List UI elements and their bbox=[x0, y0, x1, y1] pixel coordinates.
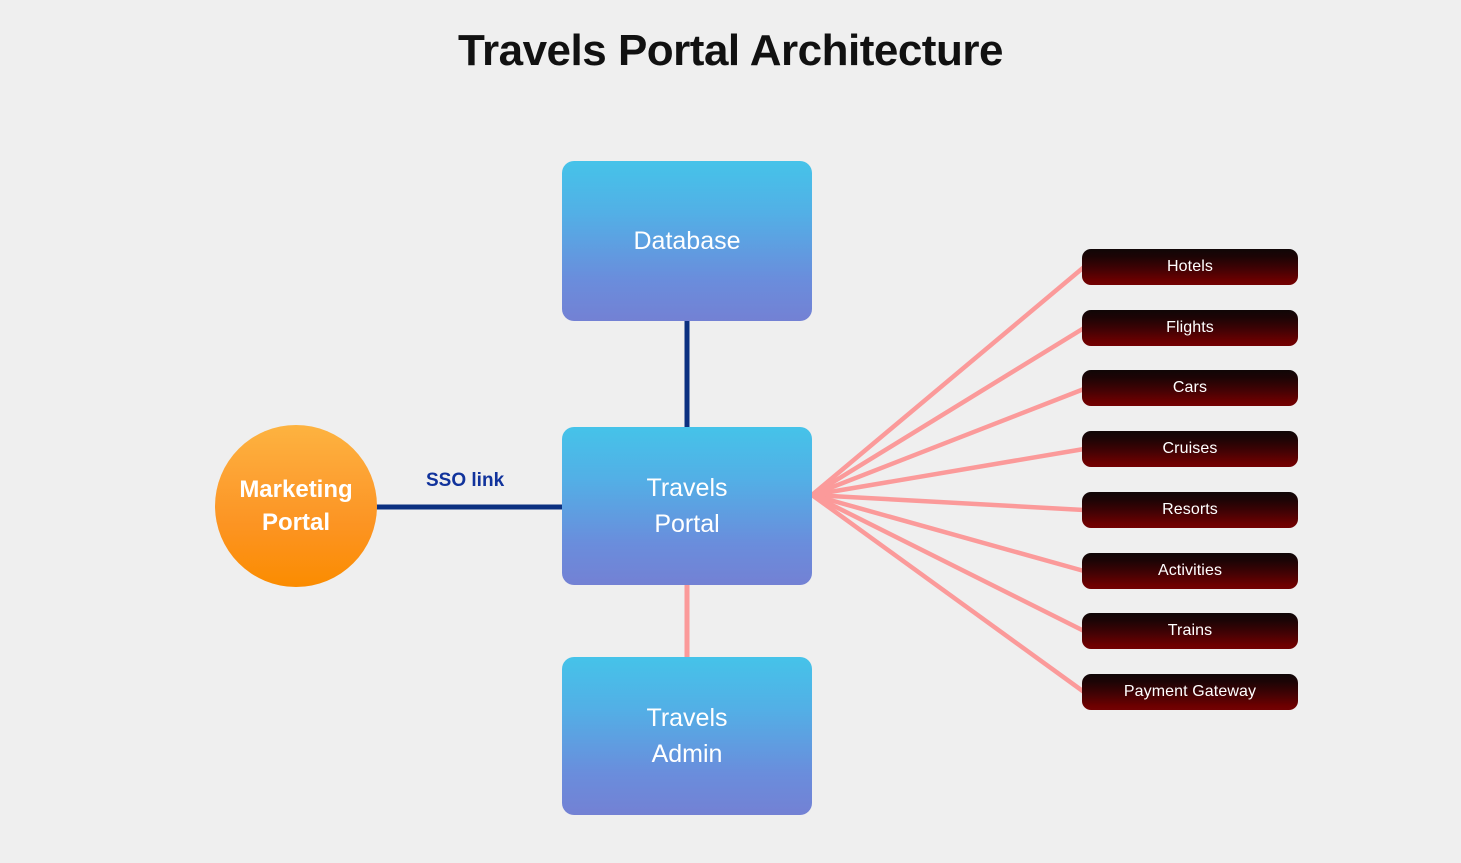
edge-service-hotels bbox=[810, 265, 1086, 497]
edge-service-flights bbox=[810, 326, 1086, 497]
edge-label-sso-link: SSO link bbox=[426, 470, 505, 491]
service-chip-cruises[interactable]: Cruises bbox=[1082, 431, 1298, 467]
service-chip-activities[interactable]: Activities bbox=[1082, 553, 1298, 589]
diagram-canvas: Travels Portal Architecture Marketing Po… bbox=[0, 0, 1461, 863]
service-chip-label: Hotels bbox=[1167, 258, 1213, 275]
service-chip-label: Trains bbox=[1167, 622, 1213, 639]
edge-service-cruises bbox=[811, 446, 1085, 498]
node-database-label: Database bbox=[633, 227, 741, 255]
edge-service-cars bbox=[811, 386, 1085, 498]
service-chip-hotels[interactable]: Hotels bbox=[1082, 249, 1298, 285]
edge-service-trains bbox=[810, 492, 1086, 634]
service-chip-label: Cruises bbox=[1162, 440, 1218, 457]
service-chip-flights[interactable]: Flights bbox=[1082, 310, 1298, 346]
node-database[interactable]: Database bbox=[562, 161, 812, 321]
service-chip-label: Flights bbox=[1166, 319, 1214, 336]
service-chip-cars[interactable]: Cars bbox=[1082, 370, 1298, 406]
node-travels-portal-label: Travels Portal bbox=[646, 474, 728, 538]
edge-service-payment-gateway bbox=[810, 493, 1086, 694]
edge-service-activities bbox=[811, 492, 1085, 574]
edge-service-fan bbox=[810, 265, 1086, 694]
service-chip-label: Cars bbox=[1172, 379, 1208, 396]
service-chip-label: Resorts bbox=[1162, 501, 1218, 518]
service-chip-payment-gateway[interactable]: Payment Gateway bbox=[1082, 674, 1298, 710]
edge-service-resorts bbox=[811, 492, 1085, 513]
service-chip-trains[interactable]: Trains bbox=[1082, 613, 1298, 649]
node-travels-admin[interactable]: Travels Admin bbox=[562, 657, 812, 815]
node-travels-portal[interactable]: Travels Portal bbox=[562, 427, 812, 585]
service-chip-label: Activities bbox=[1157, 562, 1223, 579]
service-chip-label: Payment Gateway bbox=[1123, 683, 1257, 700]
node-travels-admin-label: Travels Admin bbox=[646, 704, 728, 768]
service-chip-resorts[interactable]: Resorts bbox=[1082, 492, 1298, 528]
node-marketing-portal[interactable]: Marketing Portal bbox=[215, 425, 377, 587]
page-title: Travels Portal Architecture bbox=[458, 26, 1003, 75]
node-marketing-portal-label: Marketing Portal bbox=[239, 476, 353, 536]
